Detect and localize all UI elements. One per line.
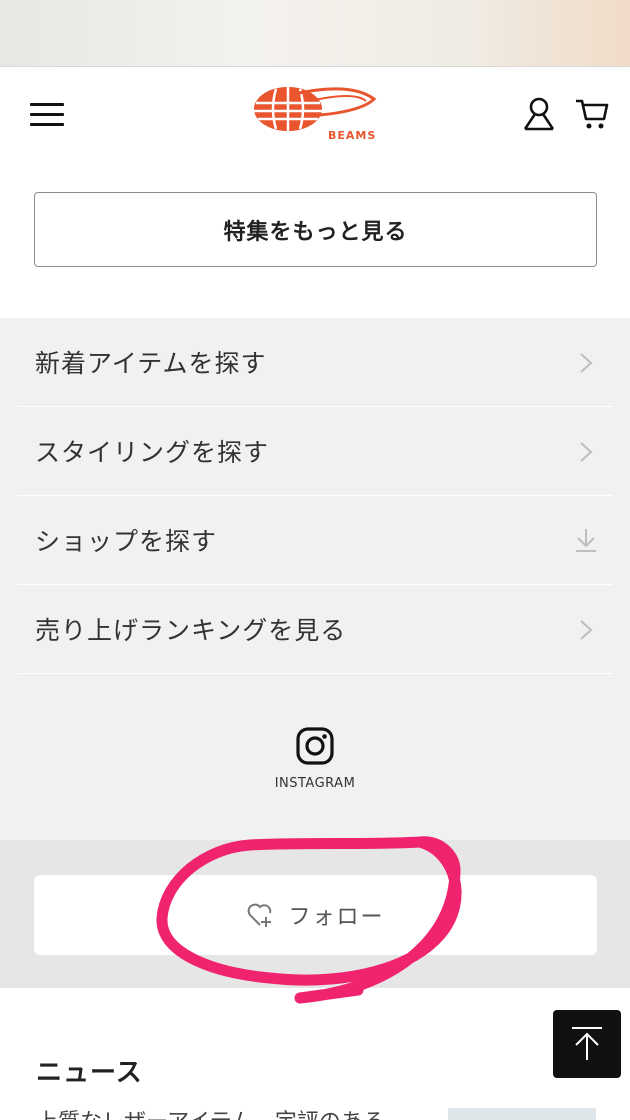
menu-item-ranking[interactable]: 売り上げランキングを見る bbox=[17, 585, 613, 674]
top-banner-image bbox=[0, 0, 630, 66]
menu-list: 新着アイテムを探す スタイリングを探す ショップを探す 売り上げランキングを見る bbox=[17, 318, 613, 674]
back-to-top-button[interactable] bbox=[553, 1010, 621, 1078]
arrow-up-icon bbox=[572, 1027, 602, 1060]
follow-button-label: フォロー bbox=[288, 905, 385, 930]
instagram-icon[interactable] bbox=[296, 727, 334, 765]
news-item-snippet[interactable]: 上質なレザーアイテム、定評のある bbox=[36, 1104, 385, 1120]
follow-button[interactable]: フォロー bbox=[34, 875, 597, 955]
arrow-down-icon bbox=[576, 529, 596, 552]
menu-icon[interactable] bbox=[30, 103, 64, 127]
menu-item-label: 売り上げランキングを見る bbox=[35, 616, 347, 645]
follow-section: フォロー bbox=[0, 840, 630, 988]
chevron-right-icon bbox=[580, 620, 593, 640]
brand-logo[interactable]: BEAMS bbox=[250, 81, 382, 145]
news-item-thumbnail[interactable] bbox=[448, 1108, 596, 1120]
news-heading: ニュース bbox=[36, 1058, 143, 1088]
chevron-right-icon bbox=[580, 442, 593, 462]
instagram-label: INSTAGRAM bbox=[274, 776, 356, 791]
menu-item-shops[interactable]: ショップを探す bbox=[17, 496, 613, 585]
menu-item-label: ショップを探す bbox=[35, 527, 218, 556]
menu-item-label: スタイリングを探す bbox=[35, 438, 270, 467]
site-header: BEAMS bbox=[0, 66, 630, 166]
menu-item-new-items[interactable]: 新着アイテムを探す bbox=[17, 318, 613, 407]
brand-logo-text: BEAMS bbox=[328, 129, 377, 142]
menu-item-styling[interactable]: スタイリングを探す bbox=[17, 407, 613, 496]
user-account-icon[interactable] bbox=[522, 97, 556, 131]
cart-icon[interactable] bbox=[574, 97, 610, 131]
heart-plus-icon bbox=[248, 903, 272, 927]
chevron-right-icon bbox=[580, 353, 593, 373]
menu-item-label: 新着アイテムを探す bbox=[35, 349, 267, 378]
more-features-button[interactable]: 特集をもっと見る bbox=[34, 192, 597, 267]
navigation-section: 新着アイテムを探す スタイリングを探す ショップを探す 売り上げランキングを見る bbox=[0, 318, 630, 988]
